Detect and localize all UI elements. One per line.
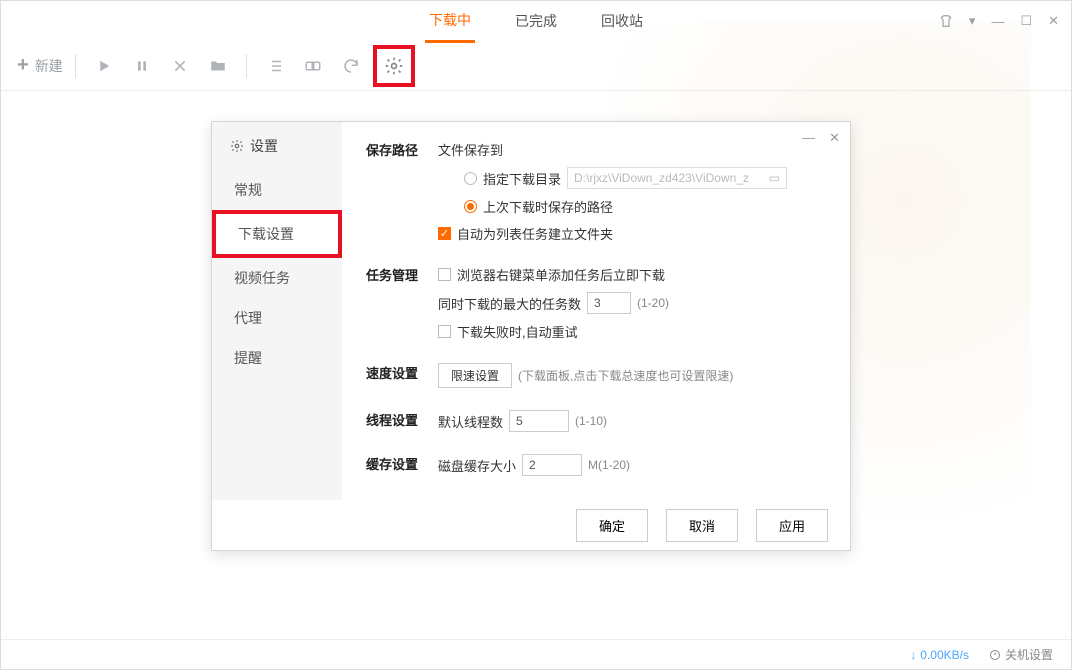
settings-icon[interactable] [373,45,415,87]
shutdown-settings[interactable]: 关机设置 [989,646,1053,663]
checkbox-auto-folder[interactable]: ✓ [438,227,451,240]
list-icon[interactable] [259,50,291,82]
speed-label: 速度设置 [366,363,438,396]
radio-specify-dir-label: 指定下载目录 [483,169,561,188]
tab-finished[interactable]: 已完成 [511,1,561,41]
down-arrow-icon: ↓ [910,648,916,662]
max-tasks-range: (1-20) [637,296,669,310]
dialog-title: 设置 [212,122,342,170]
gear-icon [230,139,244,153]
play-icon[interactable] [88,50,120,82]
checkbox-browser-context-label: 浏览器右键菜单添加任务后立即下载 [457,265,665,284]
sidebar-item-general[interactable]: 常规 [212,170,342,210]
browse-folder-icon[interactable]: ▭ [769,171,780,185]
save-path-label: 保存路径 [366,140,438,251]
sidebar-item-download[interactable]: 下载设置 [212,210,342,258]
disk-cache-label: 磁盘缓存大小 [438,456,516,475]
speed-limit-button[interactable]: 限速设置 [438,363,512,388]
sidebar-item-remind[interactable]: 提醒 [212,338,342,378]
thread-range: (1-10) [575,414,607,428]
download-path-input[interactable]: D:\rjxz\ViDown_zd423\ViDown_z ▭ [567,167,787,189]
download-path-value: D:\rjxz\ViDown_zd423\ViDown_z [574,171,749,185]
file-save-to-label: 文件保存到 [438,140,826,159]
radio-last-path[interactable] [464,200,477,213]
max-tasks-label: 同时下载的最大的任务数 [438,294,581,313]
shutdown-label: 关机设置 [1005,646,1053,663]
checkbox-retry-label: 下载失败时,自动重试 [457,322,578,341]
sidebar-item-video[interactable]: 视频任务 [212,258,342,298]
radio-specify-dir[interactable] [464,172,477,185]
tab-recycle[interactable]: 回收站 [597,1,647,41]
checkbox-browser-context[interactable]: ✓ [438,268,451,281]
dropdown-icon[interactable]: ▾ [969,13,976,29]
dialog-title-text: 设置 [250,136,278,156]
default-thread-label: 默认线程数 [438,412,503,431]
plus-icon: + [17,54,29,77]
radio-last-path-label: 上次下载时保存的路径 [483,197,613,216]
max-tasks-input[interactable]: 3 [587,292,631,314]
ok-button[interactable]: 确定 [576,509,648,542]
folder-icon[interactable] [202,50,234,82]
checkbox-auto-folder-label: 自动为列表任务建立文件夹 [457,224,613,243]
pause-icon[interactable] [126,50,158,82]
speed-value: 0.00KB/s [920,648,969,662]
new-button-label: 新建 [35,56,63,76]
sidebar-item-proxy[interactable]: 代理 [212,298,342,338]
thread-label: 线程设置 [366,410,438,440]
tab-downloading[interactable]: 下载中 [425,0,475,43]
power-icon [989,649,1001,661]
apply-button[interactable]: 应用 [756,509,828,542]
minimize-icon[interactable]: — [991,14,1004,29]
skin-icon[interactable] [939,14,953,28]
cancel-button[interactable]: 取消 [666,509,738,542]
cache-label: 缓存设置 [366,454,438,484]
cache-range: M(1-20) [588,458,630,472]
cache-input[interactable]: 2 [522,454,582,476]
close-icon[interactable]: ✕ [1048,13,1059,29]
settings-dialog: — ✕ 设置 常规 下载设置 视频任务 代理 提醒 保存路径 文 [211,121,851,551]
download-speed: ↓ 0.00KB/s [910,648,969,662]
speed-hint: (下载面板,点击下载总速度也可设置限速) [518,367,733,384]
thread-input[interactable]: 5 [509,410,569,432]
checkbox-retry[interactable]: ✓ [438,325,451,338]
delete-icon[interactable] [164,50,196,82]
new-button[interactable]: + 新建 [17,54,63,77]
refresh-icon[interactable] [335,50,367,82]
task-mgmt-label: 任务管理 [366,265,438,349]
separator [246,54,247,78]
link-icon[interactable] [297,50,329,82]
separator [75,54,76,78]
maximize-icon[interactable]: ☐ [1020,13,1032,29]
